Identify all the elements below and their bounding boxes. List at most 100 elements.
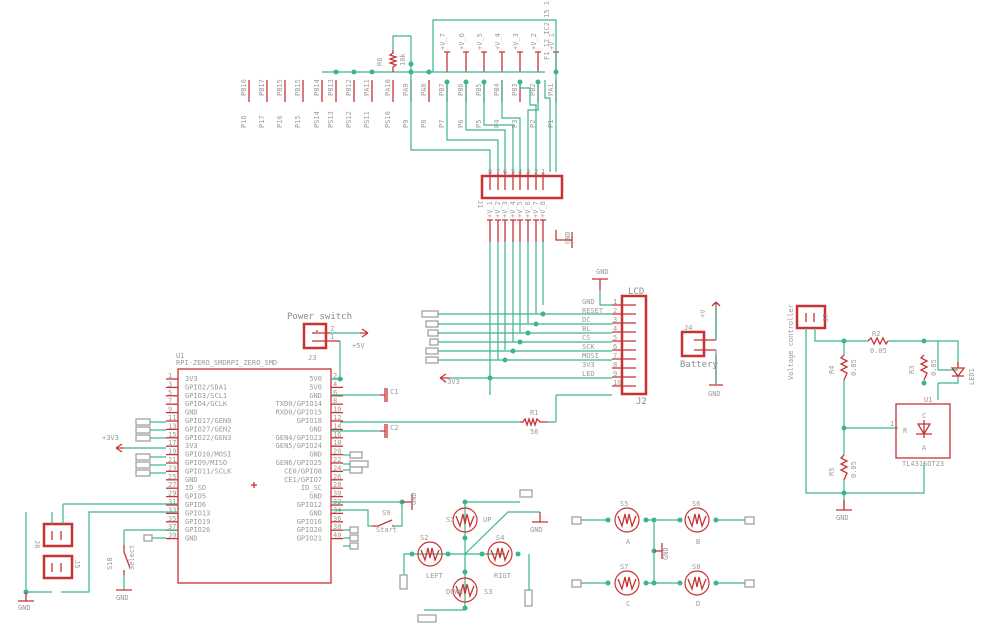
u1-pin-label: GND bbox=[185, 409, 198, 417]
lcd-pin-num: 3 bbox=[613, 316, 617, 324]
u1-pin-num: 7 bbox=[168, 397, 172, 405]
u1-pin-label: GPIO2/SDA1 bbox=[185, 383, 227, 391]
header-pin-pad: P16 bbox=[240, 115, 248, 128]
j4-name: J4 bbox=[684, 324, 692, 332]
u1-pin-num: 16 bbox=[333, 431, 341, 439]
header-pin-name: PB12 bbox=[345, 79, 353, 96]
u1-pin-num: 22 bbox=[333, 456, 341, 464]
header-pin-pad: PS12 bbox=[345, 111, 353, 128]
button-label: RIGT bbox=[494, 572, 512, 580]
u1-pin-num: 35 bbox=[168, 515, 176, 523]
u1-value: RPI-ZERO_SMDRPI_ZERO_SMD bbox=[176, 359, 277, 367]
j3-label: Power switch bbox=[287, 312, 352, 322]
button-label: DOWN bbox=[446, 588, 463, 596]
button-name: S7 bbox=[620, 563, 628, 571]
supply-symbol bbox=[535, 51, 541, 72]
net-port bbox=[143, 534, 153, 542]
pushbutton bbox=[684, 570, 710, 596]
s9-label: Start bbox=[376, 526, 397, 534]
u1-pin-num: 18 bbox=[333, 439, 341, 447]
u1-pin-num: 10 bbox=[333, 406, 341, 414]
j5-j6-connectors: J6 J5 GND GND S10 Select bbox=[18, 503, 178, 612]
u1-pin-label: GND bbox=[309, 425, 322, 433]
vc-gnd: GND bbox=[836, 514, 849, 522]
u1-pin-num: 1 bbox=[168, 372, 172, 380]
u1-pin-num: 33 bbox=[168, 506, 176, 514]
pushbutton bbox=[614, 507, 640, 533]
r5-value: 0.05 bbox=[850, 461, 858, 478]
junction bbox=[605, 580, 611, 586]
j1-supply-label: +V_6 bbox=[524, 201, 532, 218]
u1-pin-num: 14 bbox=[333, 422, 341, 430]
junction bbox=[525, 330, 531, 336]
header-pin-pad: P5 bbox=[475, 120, 483, 128]
j1-pin-num: 4 bbox=[518, 168, 522, 176]
header-pin-name: PB4 bbox=[493, 83, 501, 96]
j1-gnd-label: GND bbox=[564, 231, 572, 244]
header-pin-pad: PS10 bbox=[384, 111, 392, 128]
u1-pin-label: GEN6/GPIO25 bbox=[276, 459, 322, 467]
u1-pin-label: GPIO4/GCLK bbox=[185, 400, 228, 408]
u1-pin-num: 40 bbox=[333, 532, 341, 540]
header-pin-name: PA9 bbox=[402, 83, 410, 96]
u1-pin-label: CE0/GPIO8 bbox=[284, 467, 322, 475]
r4-value: 0.05 bbox=[850, 359, 858, 376]
button-name: S3 bbox=[484, 588, 492, 596]
net-port bbox=[571, 516, 582, 525]
net-port bbox=[744, 579, 755, 588]
u1-pin-num: 38 bbox=[333, 523, 341, 531]
u1-pin-num: 39 bbox=[168, 532, 176, 540]
junction bbox=[515, 551, 521, 557]
u1-pin-num: 28 bbox=[333, 481, 341, 489]
u1-pin-label: RXD0/GPIO15 bbox=[276, 409, 322, 417]
header-pin-pad: P9 bbox=[402, 120, 410, 128]
junction bbox=[479, 551, 485, 557]
net-port bbox=[135, 434, 151, 442]
button-contact bbox=[687, 513, 707, 529]
button-contact bbox=[617, 576, 637, 592]
net-port bbox=[135, 426, 151, 434]
header-pin-name: PB7 bbox=[438, 83, 446, 96]
s9-gnd: GND bbox=[410, 492, 418, 505]
junction bbox=[605, 517, 611, 523]
j1-supply-symbol bbox=[487, 219, 493, 242]
r5-name: R5 bbox=[828, 468, 836, 476]
header-pin-name: PA10 bbox=[384, 79, 392, 96]
header-pin-name: PB6 bbox=[457, 83, 465, 96]
j3-power-switch: Power switch 2 1 J3 +5V bbox=[287, 312, 369, 382]
j3-name: J3 bbox=[308, 354, 316, 362]
lcd-pin-num: 9 bbox=[613, 370, 617, 378]
button-name: S4 bbox=[496, 534, 504, 542]
header-pin-pad: P7 bbox=[438, 120, 446, 128]
r6-resistor: R6 10k bbox=[376, 50, 407, 72]
u1-pin-label: GND bbox=[309, 509, 322, 517]
net-port bbox=[349, 526, 359, 534]
r4-name: R4 bbox=[828, 366, 836, 374]
u1-pin-num: 12 bbox=[333, 414, 341, 422]
junction bbox=[713, 517, 719, 523]
lcd-signal: BL bbox=[582, 325, 590, 333]
header-pin-name: PB15 bbox=[276, 79, 284, 96]
r2-name: R2 bbox=[872, 330, 880, 338]
u1-pin-num: 5 bbox=[168, 389, 172, 397]
u1-pin-label: ID_SC bbox=[301, 484, 322, 492]
u1-pin-label: GPIO27/GEN2 bbox=[185, 425, 231, 433]
u1-pin-label: CE1/GPIO7 bbox=[284, 476, 322, 484]
net-port bbox=[135, 461, 151, 469]
j4-label: Battery bbox=[680, 360, 719, 370]
u1-pin-num: 30 bbox=[333, 490, 341, 498]
net-port bbox=[349, 534, 359, 542]
supply-symbol bbox=[444, 51, 450, 72]
header-pin-pad: P4 bbox=[493, 120, 501, 128]
lcd-pin-num: 1 bbox=[613, 298, 617, 306]
lcd-pin-num: 5 bbox=[613, 334, 617, 342]
supply-label: +V_6 bbox=[458, 33, 466, 50]
junction bbox=[510, 348, 516, 354]
lcd-gnd-label: GND bbox=[596, 268, 609, 276]
j1-pin-num: 7 bbox=[496, 168, 500, 176]
supply-label: +V_4 bbox=[494, 33, 502, 50]
u1-pin-num: 24 bbox=[333, 464, 341, 472]
u2-value: TL431SOT23 bbox=[902, 460, 944, 468]
supply-label: +V_5 bbox=[476, 33, 484, 50]
u1-pin-label: GPIO26 bbox=[185, 526, 210, 534]
